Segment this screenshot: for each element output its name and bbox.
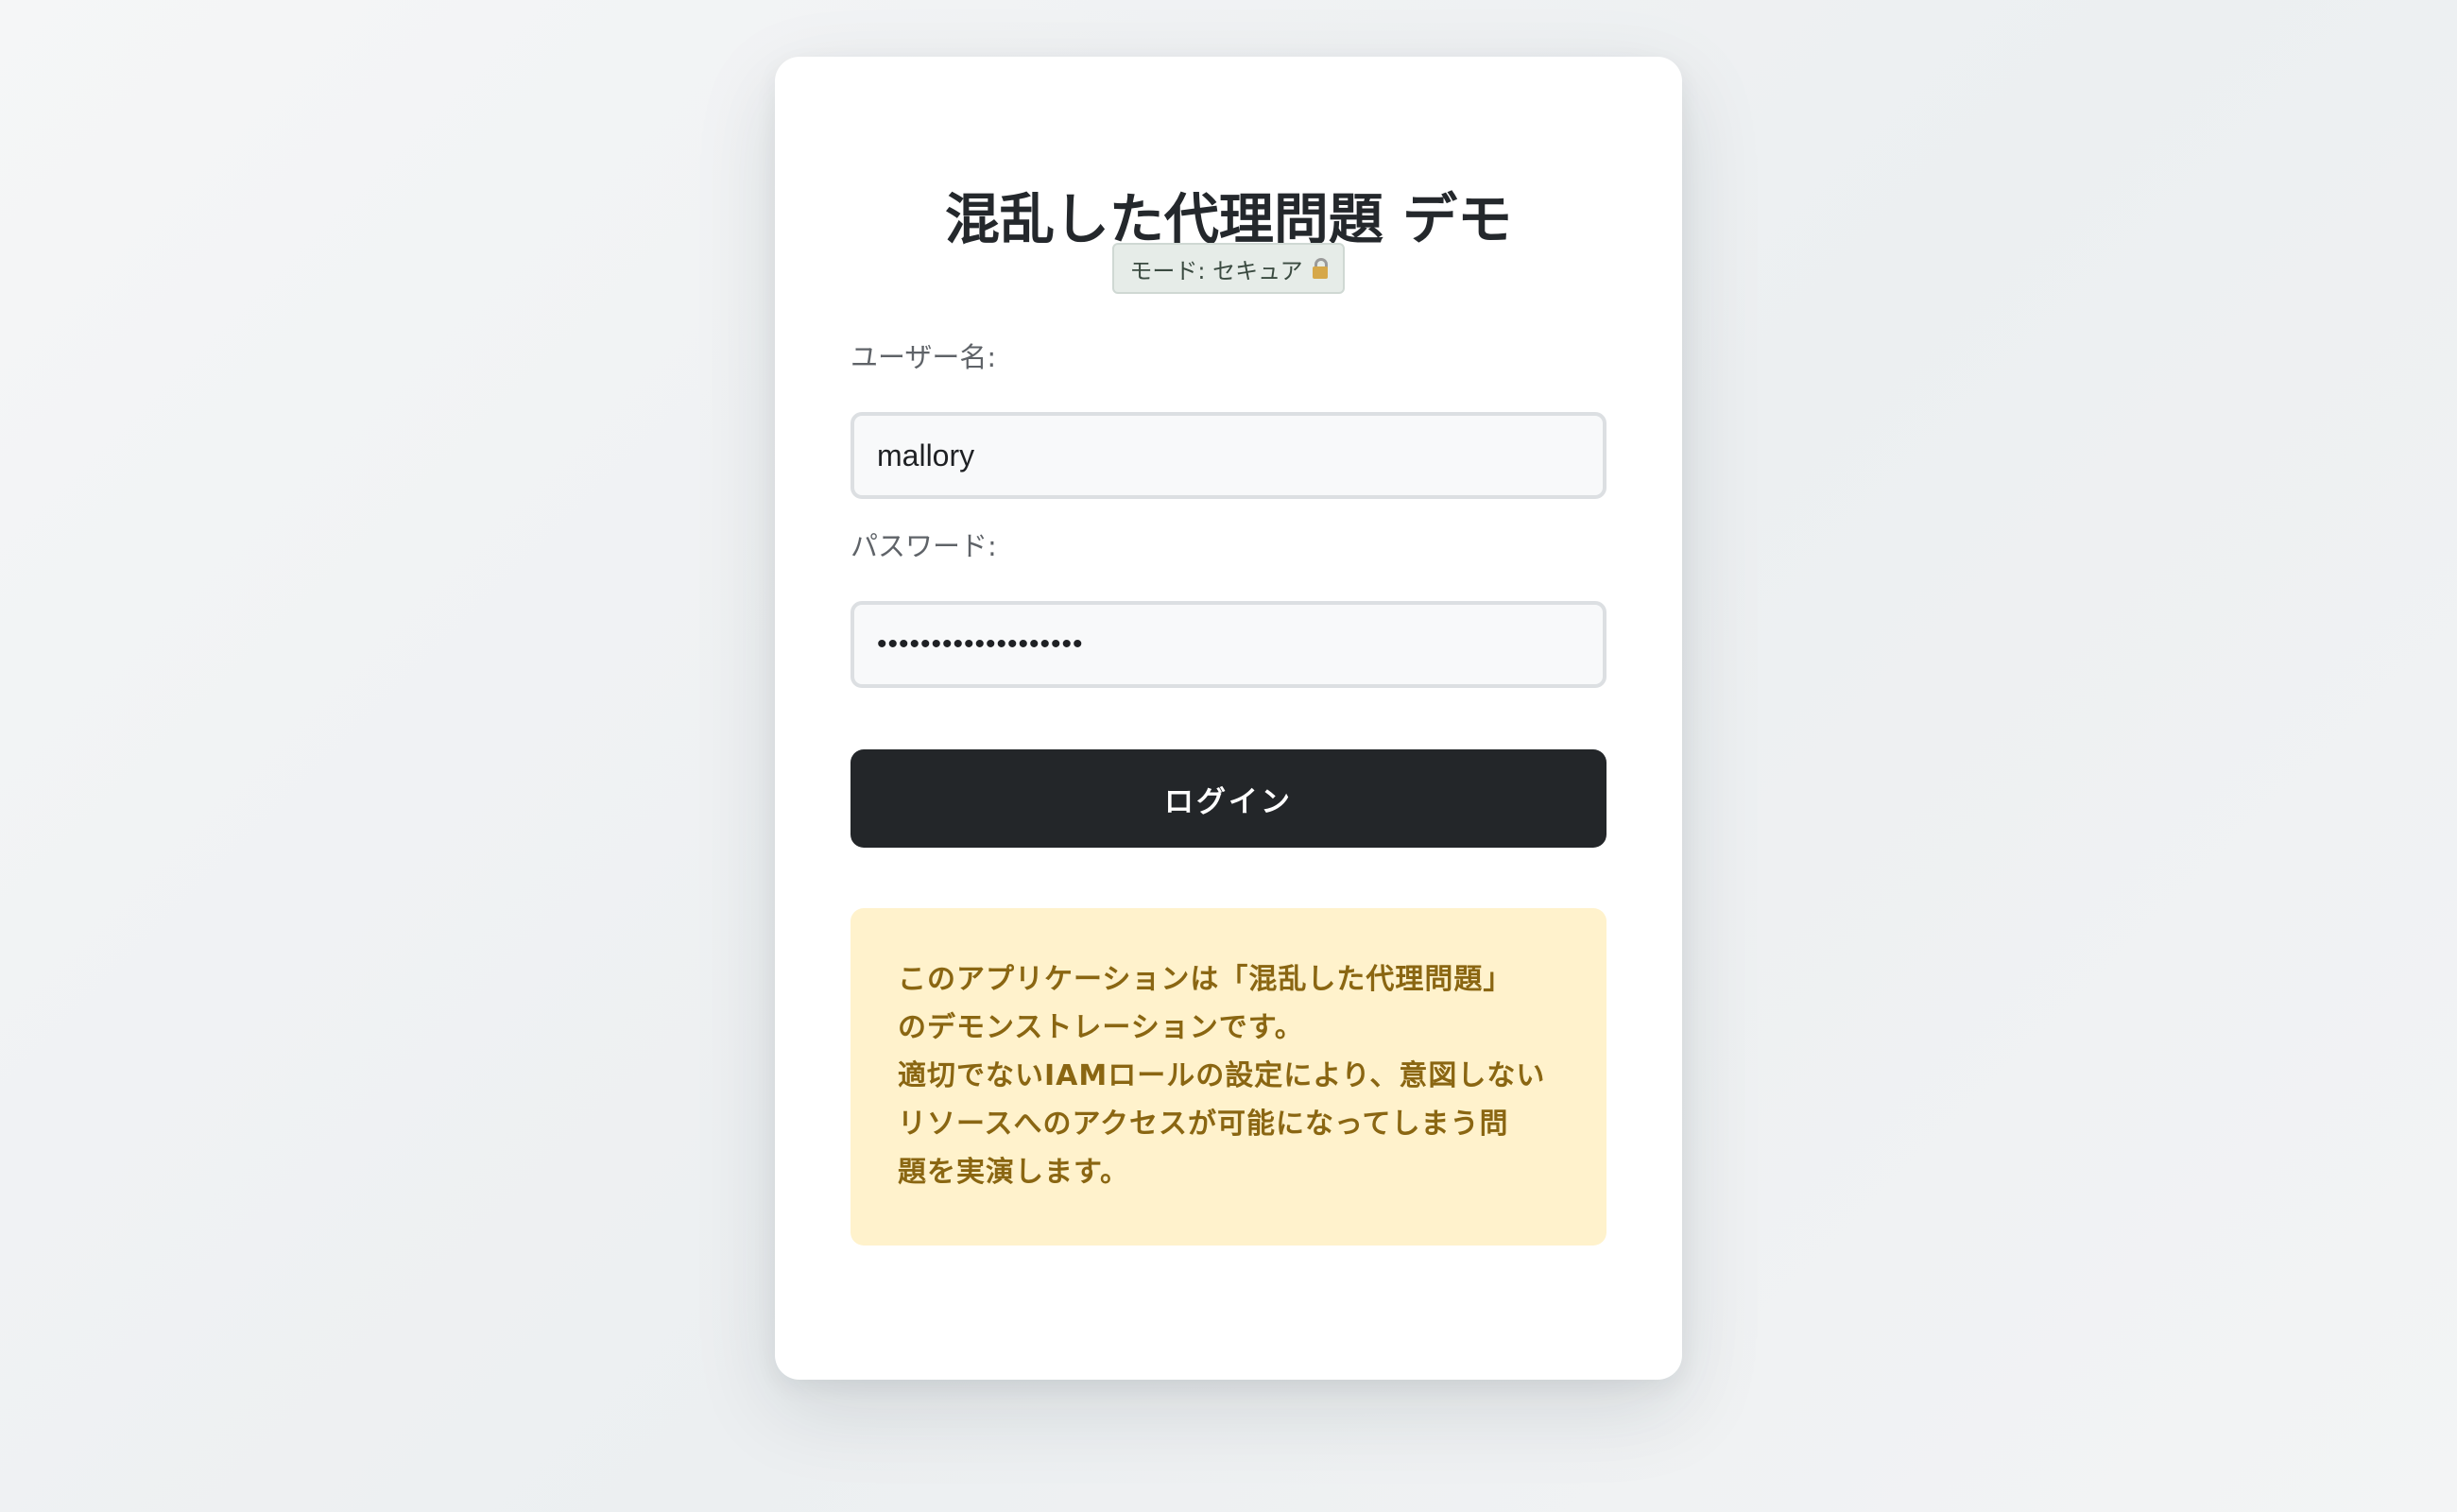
login-card: 混乱した代理問題 デモ モード: セキュア ユーザー名: パスワード: ログイン… [775, 57, 1682, 1380]
info-line: 適切でないIAMロールの設定により、意図しない [898, 1059, 1546, 1092]
info-line: のデモンストレーションです。 [898, 1011, 1304, 1044]
password-label: パスワード: [850, 530, 997, 562]
info-notice: このアプリケーションは「混乱した代理問題」 のデモンストレーションです。 適切で… [850, 908, 1606, 1246]
username-label: ユーザー名: [850, 341, 997, 373]
mode-badge-label: モード: セキュア [1129, 257, 1303, 284]
info-line: 題を実演します。 [898, 1156, 1129, 1189]
login-button[interactable]: ログイン [850, 749, 1606, 848]
password-input[interactable] [850, 601, 1606, 688]
info-line: リソースへのアクセスが可能になってしまう問 [898, 1108, 1509, 1141]
lock-icon [1312, 258, 1328, 279]
info-line: このアプリケーションは「混乱した代理問題」 [898, 963, 1513, 996]
mode-badge: モード: セキュア [1112, 243, 1345, 294]
username-input[interactable] [850, 412, 1606, 499]
